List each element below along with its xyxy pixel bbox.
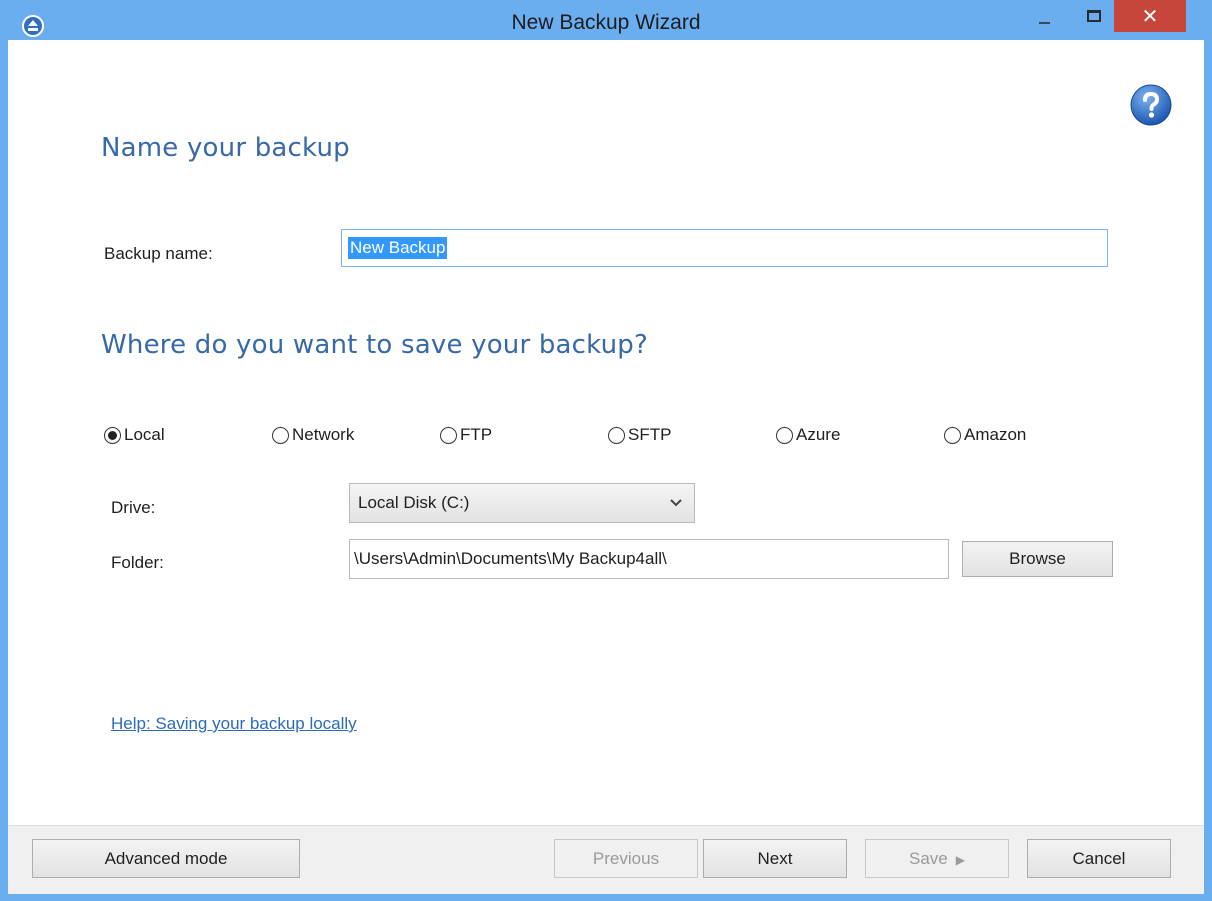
radio-unselected-icon xyxy=(272,426,289,444)
radio-unselected-icon xyxy=(776,426,793,444)
backup-name-input[interactable]: New Backup xyxy=(341,229,1108,267)
wizard-footer: Advanced mode Previous Next Save ▶ Cancel xyxy=(8,825,1204,894)
heading-name-backup: Name your backup xyxy=(101,133,350,163)
close-icon: ✕ xyxy=(1141,4,1159,28)
play-triangle-icon: ▶ xyxy=(955,853,965,867)
help-link[interactable]: Help: Saving your backup locally xyxy=(111,714,357,734)
maximize-button[interactable] xyxy=(1076,0,1112,32)
radio-label: Azure xyxy=(796,425,841,444)
cancel-button[interactable]: Cancel xyxy=(1027,839,1171,878)
radio-sftp[interactable]: SFTP xyxy=(608,425,671,445)
drive-select[interactable]: Local Disk (C:) xyxy=(349,483,695,523)
radio-amazon[interactable]: Amazon xyxy=(944,425,1026,445)
radio-unselected-icon xyxy=(944,426,961,444)
radio-label: FTP xyxy=(460,425,493,444)
minimize-icon xyxy=(1038,22,1050,24)
radio-label: Amazon xyxy=(964,425,1027,444)
drive-label: Drive: xyxy=(111,498,156,517)
wizard-window: New Backup Wizard ✕ Name your backup Bac… xyxy=(0,0,1212,901)
help-question-icon[interactable] xyxy=(1130,84,1172,126)
backup-name-value: New Backup xyxy=(348,237,448,259)
backup-name-label: Backup name: xyxy=(104,244,213,263)
radio-network[interactable]: Network xyxy=(272,425,354,445)
previous-button[interactable]: Previous xyxy=(554,839,698,878)
radio-label: SFTP xyxy=(628,425,672,444)
radio-unselected-icon xyxy=(440,426,457,444)
wizard-content: Name your backup Backup name: New Backup… xyxy=(8,40,1204,894)
radio-local[interactable]: Local xyxy=(104,425,165,445)
radio-ftp[interactable]: FTP xyxy=(440,425,492,445)
close-button[interactable]: ✕ xyxy=(1114,0,1186,32)
radio-label: Network xyxy=(292,425,355,444)
drive-value: Local Disk (C:) xyxy=(358,493,470,512)
save-button[interactable]: Save ▶ xyxy=(865,839,1009,878)
browse-button[interactable]: Browse xyxy=(962,541,1113,577)
radio-selected-icon xyxy=(104,426,121,444)
folder-input[interactable]: \Users\Admin\Documents\My Backup4all\ xyxy=(349,539,949,579)
radio-unselected-icon xyxy=(608,426,625,444)
title-bar[interactable]: New Backup Wizard ✕ xyxy=(0,0,1212,40)
radio-label: Local xyxy=(124,425,165,444)
heading-save-location: Where do you want to save your backup? xyxy=(101,330,648,360)
chevron-down-icon xyxy=(670,484,682,536)
minimize-button[interactable] xyxy=(1026,0,1062,32)
maximize-icon xyxy=(1087,10,1101,22)
save-label: Save xyxy=(909,849,948,868)
radio-azure[interactable]: Azure xyxy=(776,425,840,445)
advanced-mode-button[interactable]: Advanced mode xyxy=(32,839,300,878)
folder-label: Folder: xyxy=(111,553,164,572)
next-button[interactable]: Next xyxy=(703,839,847,878)
